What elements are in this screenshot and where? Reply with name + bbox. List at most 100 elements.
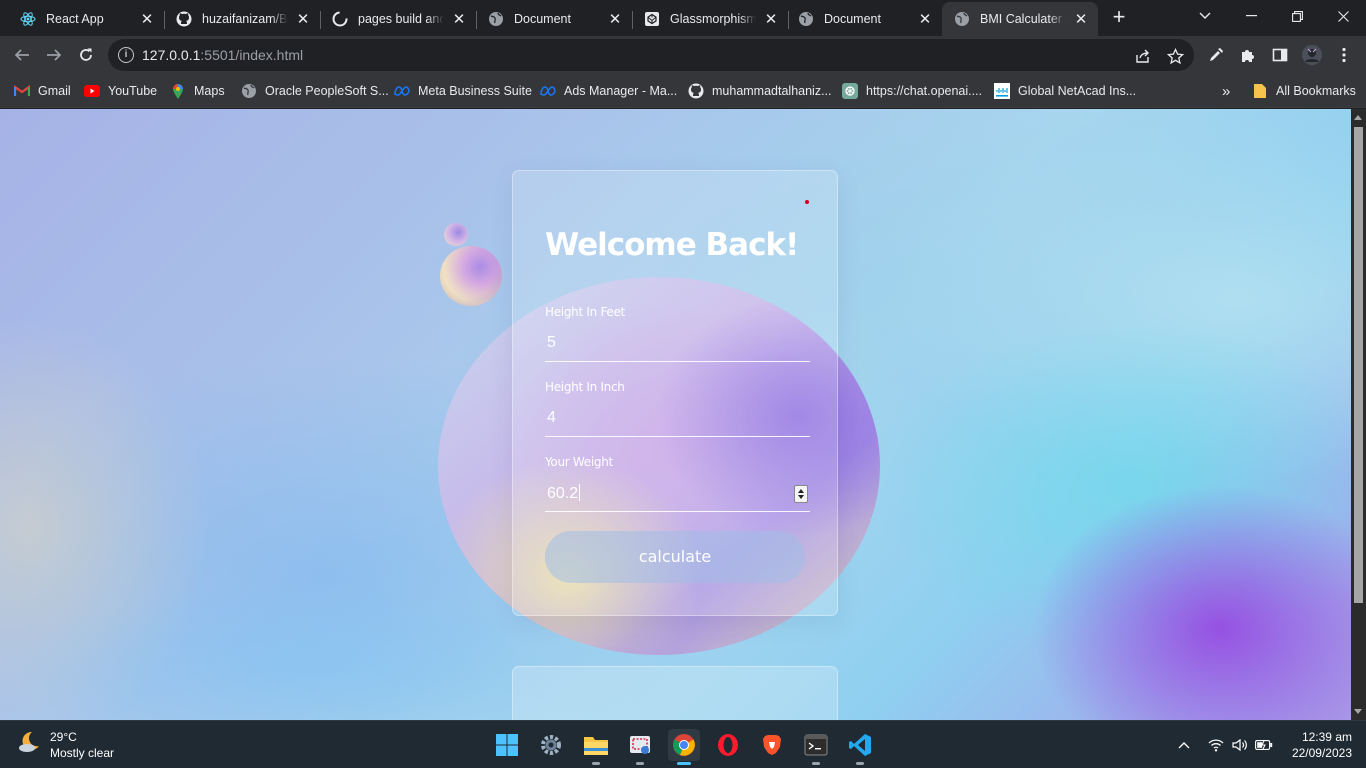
snipping-tool-icon	[630, 736, 650, 754]
scrollbar-thumb[interactable]	[1354, 127, 1363, 603]
show-hidden-icons-button[interactable]	[1174, 735, 1194, 755]
clock-date: 22/09/2023	[1291, 746, 1352, 760]
eyedropper-extension-icon[interactable]	[1206, 45, 1226, 65]
tab-title: React App	[46, 12, 104, 26]
bookmark-youtube[interactable]: YouTube	[84, 81, 157, 101]
browser-menu-icon[interactable]	[1334, 45, 1354, 65]
close-tab-icon[interactable]: ✕	[606, 10, 624, 28]
reload-button[interactable]	[74, 43, 98, 67]
all-bookmarks-button[interactable]: All Bookmarks	[1252, 81, 1356, 101]
weather-widget[interactable]: 29°C Mostly clear	[16, 729, 114, 761]
close-window-button[interactable]	[1320, 0, 1366, 32]
minimize-button[interactable]	[1228, 0, 1274, 32]
bookmark-star-icon[interactable]	[1166, 47, 1184, 65]
url-text: 127.0.0.1:5501/index.html	[142, 47, 303, 63]
bookmark-maps[interactable]: Maps	[170, 81, 225, 101]
spinner-up-icon[interactable]	[798, 489, 804, 493]
taskbar-terminal[interactable]	[800, 729, 832, 765]
close-tab-icon[interactable]: ✕	[1072, 10, 1090, 28]
close-tab-icon[interactable]: ✕	[762, 10, 780, 28]
taskbar-snipping-tool[interactable]	[624, 729, 656, 765]
bookmarks-overflow-button[interactable]: »	[1222, 81, 1230, 101]
tab-document-1[interactable]: Document ✕	[476, 2, 633, 36]
bookmark-ads-manager[interactable]: Ads Manager - Ma...	[540, 81, 677, 101]
bookmark-meta-business-suite[interactable]: Meta Business Suite	[394, 81, 532, 101]
close-tab-icon[interactable]: ✕	[294, 10, 312, 28]
decorative-small-bubble	[444, 223, 468, 246]
address-bar[interactable]: i 127.0.0.1:5501/index.html	[108, 39, 1194, 71]
new-tab-button[interactable]: +	[1108, 6, 1130, 29]
extensions-puzzle-icon[interactable]	[1238, 45, 1258, 65]
forward-button[interactable]	[42, 43, 66, 67]
restore-icon	[1291, 10, 1303, 22]
tab-document-2[interactable]: Document ✕	[786, 2, 942, 36]
reload-icon	[80, 48, 92, 61]
profile-avatar[interactable]	[1302, 45, 1322, 65]
back-button[interactable]	[10, 43, 34, 67]
weight-input[interactable]: 60.2	[545, 478, 810, 512]
tab-bmi-calculater[interactable]: BMI Calculater App ✕	[942, 2, 1098, 36]
taskbar-settings[interactable]	[535, 729, 567, 761]
bookmark-label: Meta Business Suite	[418, 84, 532, 98]
bookmark-label: Oracle PeopleSoft S...	[265, 84, 389, 98]
taskbar-vscode[interactable]	[844, 729, 876, 765]
tab-github-birthday[interactable]: huzaifanizam/Birthday ✕	[164, 2, 321, 36]
taskbar-chrome[interactable]	[668, 729, 700, 765]
bookmark-label: muhammadtalhaniz...	[712, 84, 832, 98]
tab-title: Document	[824, 12, 881, 26]
height-feet-label: Height In Feet	[545, 305, 625, 319]
restore-button[interactable]	[1274, 0, 1320, 32]
site-info-icon[interactable]: i	[118, 47, 134, 63]
bookmark-label: Gmail	[38, 84, 71, 98]
bmi-form-card: Welcome Back! Height In Feet 5 Height In…	[512, 170, 838, 616]
calculate-button[interactable]: calculate	[545, 531, 805, 583]
chrome-icon	[673, 734, 695, 756]
system-clock[interactable]: 12:39 am 22/09/2023	[1276, 729, 1352, 761]
scroll-down-icon[interactable]	[1354, 709, 1362, 714]
volume-icon[interactable]	[1230, 735, 1250, 755]
react-icon	[20, 11, 36, 27]
share-icon[interactable]	[1134, 47, 1152, 65]
height-inch-value: 4	[547, 409, 556, 426]
start-button[interactable]	[491, 729, 523, 761]
taskbar-file-explorer[interactable]	[580, 729, 612, 765]
bookmark-github-profile[interactable]: muhammadtalhaniz...	[688, 81, 832, 101]
height-feet-input[interactable]: 5	[545, 328, 810, 362]
bookmark-gmail[interactable]: Gmail	[14, 81, 71, 101]
close-tab-icon[interactable]: ✕	[138, 10, 156, 28]
github-icon	[176, 11, 192, 27]
maps-icon	[170, 83, 186, 99]
meta-icon	[540, 83, 556, 99]
running-indicator	[636, 762, 644, 765]
bookmark-oracle-peoplesoft[interactable]: Oracle PeopleSoft S...	[241, 81, 389, 101]
windows-taskbar: 29°C Mostly clear 12:39 am 22/09/2023	[0, 720, 1366, 768]
page-scrollbar[interactable]	[1351, 109, 1366, 720]
vscode-icon	[849, 734, 871, 756]
side-panel-icon[interactable]	[1270, 45, 1290, 65]
url-path: :5501/index.html	[200, 47, 304, 63]
weather-temperature: 29°C	[50, 730, 77, 744]
taskbar-opera[interactable]	[712, 729, 744, 761]
bookmark-chat-openai[interactable]: https://chat.openai....	[842, 81, 982, 101]
tab-react-app[interactable]: React App ✕	[8, 2, 165, 36]
close-tab-icon[interactable]: ✕	[916, 10, 934, 28]
battery-charging-icon[interactable]	[1254, 735, 1274, 755]
page-title: Welcome Back!	[545, 227, 799, 263]
active-indicator	[677, 762, 691, 765]
globe-icon	[954, 11, 970, 27]
taskbar-brave[interactable]	[756, 729, 788, 761]
scroll-up-icon[interactable]	[1354, 115, 1362, 120]
tab-search-button[interactable]	[1182, 0, 1228, 32]
height-inch-input[interactable]: 4	[545, 403, 810, 437]
close-tab-icon[interactable]: ✕	[450, 10, 468, 28]
globe-icon	[798, 11, 814, 27]
bookmark-netacad[interactable]: Global NetAcad Ins...	[994, 81, 1136, 101]
page-viewport: Welcome Back! Height In Feet 5 Height In…	[0, 109, 1351, 720]
tab-pages-build[interactable]: pages build and deployment ✕	[320, 2, 477, 36]
tab-glassmorphism[interactable]: Glassmorphism UI ✕	[632, 2, 789, 36]
bookmark-label: Ads Manager - Ma...	[564, 84, 678, 98]
wifi-icon[interactable]	[1206, 735, 1226, 755]
spinner-down-icon[interactable]	[798, 495, 804, 499]
number-spinner[interactable]	[794, 485, 808, 503]
openai-icon	[842, 83, 858, 99]
